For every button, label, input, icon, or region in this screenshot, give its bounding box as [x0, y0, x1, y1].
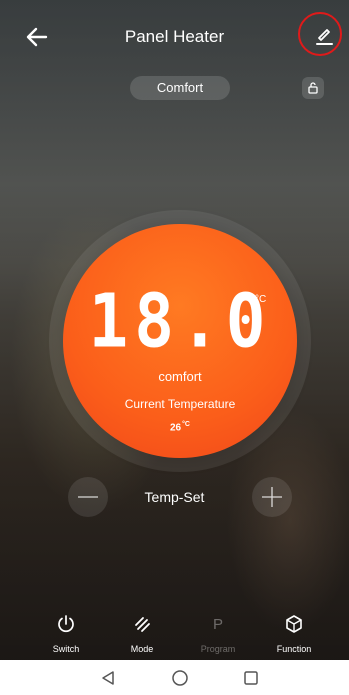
function-mode-button[interactable]: Mode [112, 612, 172, 658]
cube-icon [264, 612, 324, 636]
function-label: Function [276, 644, 312, 654]
page-title: Panel Heater [124, 27, 225, 46]
increase-temp-button[interactable] [252, 477, 292, 517]
temp-set-label: Temp-Set [144, 489, 205, 505]
current-temperature-value: 26 [170, 422, 182, 434]
lock-open-icon [308, 82, 318, 94]
pencil-icon [316, 29, 333, 45]
program-icon: P [212, 615, 223, 633]
edit-button[interactable] [312, 24, 336, 48]
system-navigation-bar [0, 660, 349, 695]
circle-home-icon [172, 670, 188, 686]
mode-icon [112, 612, 172, 636]
plus-icon [262, 487, 282, 507]
function-label: Mode [130, 644, 154, 654]
function-function-button[interactable]: Function [264, 612, 324, 658]
function-label: Program [200, 644, 236, 654]
set-temperature-unit: °C [255, 294, 267, 305]
function-label: Switch [52, 644, 80, 654]
nav-back-button[interactable] [98, 668, 118, 688]
current-temperature-unit: °C [182, 421, 190, 428]
square-recents-icon [244, 671, 258, 685]
nav-recents-button[interactable] [241, 668, 261, 688]
mode-pill[interactable]: Comfort [130, 76, 230, 100]
triangle-back-icon [102, 671, 114, 685]
function-switch-button[interactable]: Switch [36, 612, 96, 658]
nav-home-button[interactable] [170, 668, 190, 688]
dial-mode-text: comfort [158, 369, 202, 384]
function-program-button[interactable]: P Program [188, 612, 248, 658]
set-temperature-value: 18.0 [88, 278, 272, 365]
current-temperature: 26°C [170, 421, 190, 433]
power-icon [36, 612, 96, 636]
current-temperature-label: Current Temperature [124, 397, 236, 411]
lock-button[interactable] [302, 77, 324, 99]
